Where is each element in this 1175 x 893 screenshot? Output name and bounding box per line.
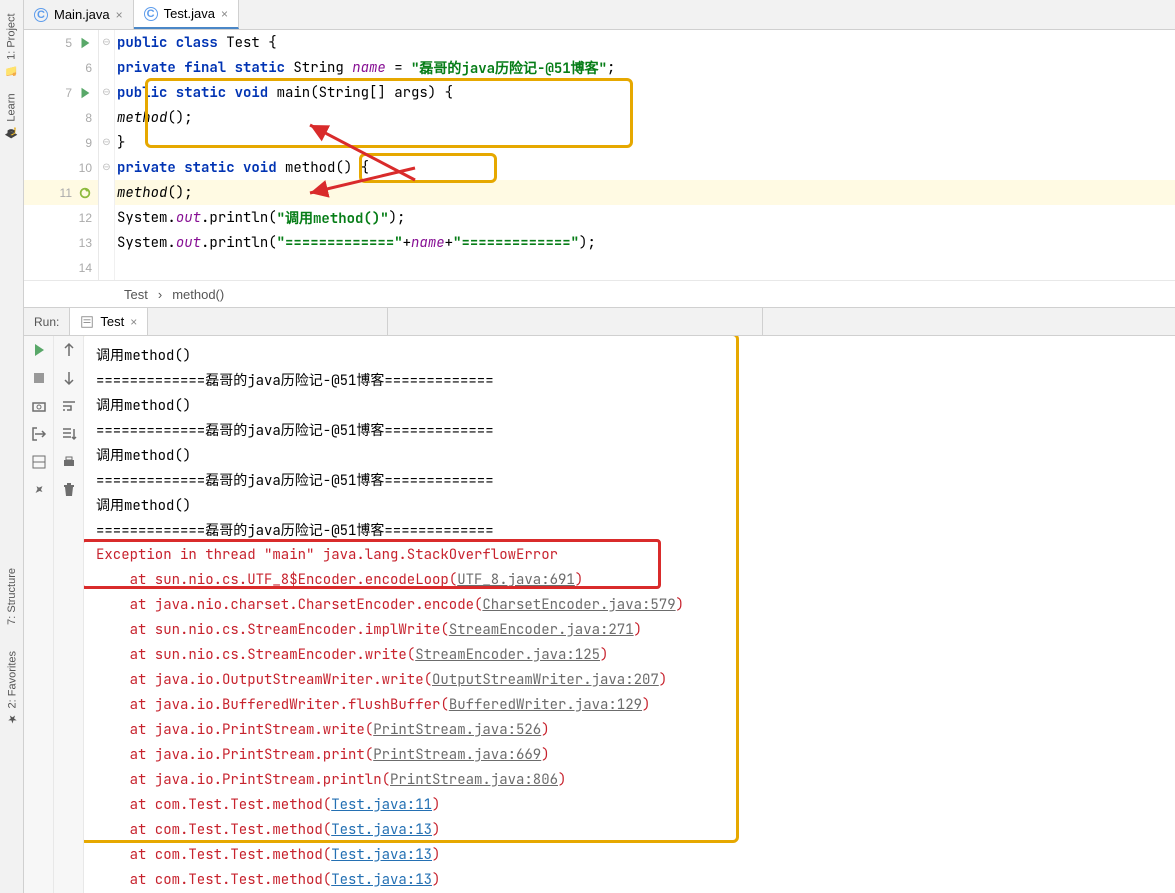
close-icon[interactable]: × xyxy=(130,315,137,329)
bottom-left-sidebar: 7: Structure ★ 2: Favorites xyxy=(0,560,24,890)
stacktrace-link[interactable]: Test.java:11 xyxy=(331,796,432,814)
console-line: Exception in thread "main" java.lang.Sta… xyxy=(96,542,1175,567)
sidebar-item-learn[interactable]: 🎓 Learn xyxy=(5,93,18,139)
console-line: at java.io.BufferedWriter.flushBuffer(Bu… xyxy=(96,692,1175,717)
sidebar-item-project[interactable]: 📁 1: Project xyxy=(5,13,18,77)
run-panel-header: Run: Test × xyxy=(24,308,1175,336)
close-icon[interactable]: × xyxy=(221,7,228,21)
console-line: at java.io.OutputStreamWriter.write(Outp… xyxy=(96,667,1175,692)
stacktrace-link[interactable]: PrintStream.java:669 xyxy=(373,746,541,764)
pin-icon[interactable] xyxy=(31,482,47,498)
console-line: 调用method() xyxy=(96,342,1175,367)
print-icon[interactable] xyxy=(61,454,77,470)
sidebar-item-structure[interactable]: 7: Structure xyxy=(6,568,18,625)
console-line: at java.nio.charset.CharsetEncoder.encod… xyxy=(96,592,1175,617)
console-line: =============磊哥的java历险记-@51博客===========… xyxy=(96,417,1175,442)
learn-icon: 🎓 xyxy=(5,125,18,138)
console-line: 调用method() xyxy=(96,442,1175,467)
run-toolbar-right xyxy=(54,336,84,893)
stacktrace-link[interactable]: StreamEncoder.java:271 xyxy=(449,621,634,639)
breadcrumb-method[interactable]: method() xyxy=(172,287,224,302)
gutter: 5 6 7 8 9 10 11 12 13 14 xyxy=(24,30,99,280)
breadcrumb-class[interactable]: Test xyxy=(124,287,148,302)
breadcrumb[interactable]: Test › method() xyxy=(24,280,1175,308)
sidebar-item-favorites[interactable]: ★ 2: Favorites xyxy=(6,651,19,725)
stacktrace-link[interactable]: Test.java:13 xyxy=(331,846,432,864)
console-line: at com.Test.Test.method(Test.java:13) xyxy=(96,867,1175,892)
stacktrace-link[interactable]: PrintStream.java:806 xyxy=(390,771,558,789)
stacktrace-link[interactable]: OutputStreamWriter.java:207 xyxy=(432,671,659,689)
run-config-icon xyxy=(80,315,94,329)
console-line: at com.Test.Test.method(Test.java:11) xyxy=(96,792,1175,817)
stop-icon[interactable] xyxy=(31,370,47,386)
close-icon[interactable]: × xyxy=(116,8,123,22)
console-line: =============磊哥的java历险记-@51博客===========… xyxy=(96,517,1175,542)
tab-main-java[interactable]: C Main.java × xyxy=(24,0,134,29)
console-line: at java.io.PrintStream.println(PrintStre… xyxy=(96,767,1175,792)
console-line: at sun.nio.cs.UTF_8$Encoder.encodeLoop(U… xyxy=(96,567,1175,592)
console-line: =============磊哥的java历险记-@51博客===========… xyxy=(96,367,1175,392)
stacktrace-link[interactable]: Test.java:13 xyxy=(331,871,432,889)
console-line: =============磊哥的java历险记-@51博客===========… xyxy=(96,467,1175,492)
run-label: Run: xyxy=(24,308,70,335)
console-line: at java.io.PrintStream.print(PrintStream… xyxy=(96,742,1175,767)
up-arrow-icon[interactable] xyxy=(61,342,77,358)
console-output[interactable]: 调用method()=============磊哥的java历险记-@51博客=… xyxy=(84,336,1175,893)
tab-test-java[interactable]: C Test.java × xyxy=(134,0,239,29)
down-arrow-icon[interactable] xyxy=(61,370,77,386)
stacktrace-link[interactable]: CharsetEncoder.java:579 xyxy=(482,596,675,614)
code-area[interactable]: public class Test { private final static… xyxy=(115,30,1175,280)
chevron-right-icon: › xyxy=(158,287,162,302)
rerun-icon[interactable] xyxy=(31,342,47,358)
fold-bar: ⊖ ⊖ ⊖ ⊖ xyxy=(99,30,115,280)
java-class-icon: C xyxy=(144,7,158,21)
stacktrace-link[interactable]: BufferedWriter.java:129 xyxy=(449,696,642,714)
run-toolbar-left xyxy=(24,336,54,893)
stacktrace-link[interactable]: UTF_8.java:691 xyxy=(457,571,575,589)
run-gutter-icon[interactable] xyxy=(78,86,92,100)
code-editor[interactable]: 5 6 7 8 9 10 11 12 13 14 ⊖ ⊖ ⊖ ⊖ xyxy=(24,30,1175,280)
exit-icon[interactable] xyxy=(31,426,47,442)
camera-icon[interactable] xyxy=(31,398,47,414)
layout-icon[interactable] xyxy=(31,454,47,470)
stacktrace-link[interactable]: Test.java:13 xyxy=(331,821,432,839)
console-line: 调用method() xyxy=(96,492,1175,517)
editor-tabs: C Main.java × C Test.java × xyxy=(24,0,1175,30)
java-class-icon: C xyxy=(34,8,48,22)
console-line: 调用method() xyxy=(96,392,1175,417)
scroll-icon[interactable] xyxy=(61,426,77,442)
run-gutter-icon[interactable] xyxy=(78,36,92,50)
stacktrace-link[interactable]: StreamEncoder.java:125 xyxy=(415,646,600,664)
recursive-call-icon xyxy=(78,186,92,200)
console-line: at com.Test.Test.method(Test.java:13) xyxy=(96,842,1175,867)
console-line: at java.io.PrintStream.write(PrintStream… xyxy=(96,717,1175,742)
console-line: at sun.nio.cs.StreamEncoder.write(Stream… xyxy=(96,642,1175,667)
console-line: at sun.nio.cs.StreamEncoder.implWrite(St… xyxy=(96,617,1175,642)
stacktrace-link[interactable]: PrintStream.java:526 xyxy=(373,721,541,739)
run-tab-test[interactable]: Test × xyxy=(70,308,148,335)
wrap-icon[interactable] xyxy=(61,398,77,414)
star-icon: ★ xyxy=(6,712,19,725)
folder-icon: 📁 xyxy=(5,63,18,76)
console-line: at com.Test.Test.method(Test.java:13) xyxy=(96,817,1175,842)
trash-icon[interactable] xyxy=(61,482,77,498)
